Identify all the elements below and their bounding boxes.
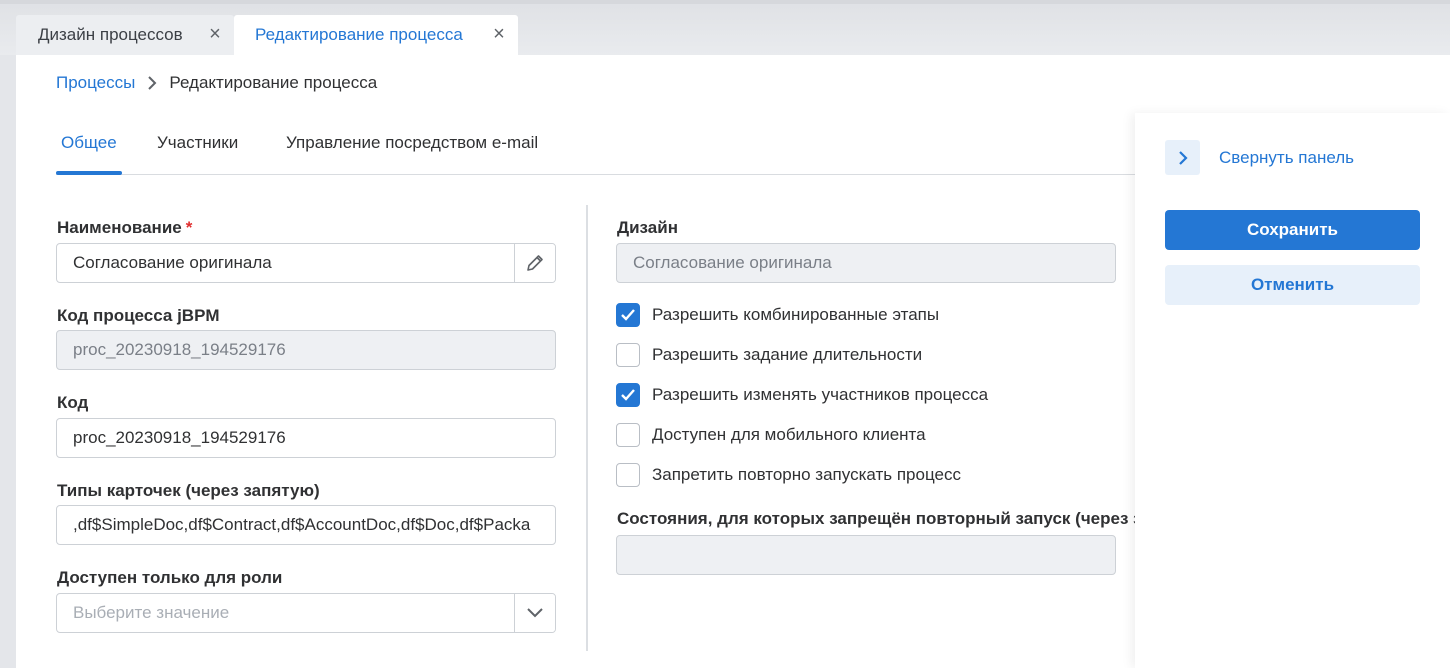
checkbox-label: Разрешить комбинированные этапы bbox=[652, 305, 940, 324]
design-label: Дизайн bbox=[617, 218, 678, 237]
card-types-field[interactable]: ,df$SimpleDoc,df$Contract,df$AccountDoc,… bbox=[56, 505, 556, 545]
jbpm-code-label: Код процесса jBPM bbox=[57, 306, 220, 325]
name-field[interactable]: Согласование оригинала bbox=[56, 243, 556, 283]
tab-general[interactable]: Общее bbox=[61, 133, 117, 153]
code-field[interactable]: proc_20230918_194529176 bbox=[56, 418, 556, 458]
checkbox-label: Доступен для мобильного клиента bbox=[652, 425, 926, 444]
design-field: Согласование оригинала bbox=[616, 243, 1116, 283]
save-button[interactable]: Сохранить bbox=[1165, 210, 1420, 250]
breadcrumb: Процессы Редактирование процесса bbox=[56, 73, 377, 93]
collapse-panel-button[interactable] bbox=[1165, 140, 1200, 175]
card-types-value: ,df$SimpleDoc,df$Contract,df$AccountDoc,… bbox=[73, 515, 531, 534]
checkbox-allow-duration[interactable]: Разрешить задание длительности bbox=[616, 343, 922, 367]
breadcrumb-current: Редактирование процесса bbox=[169, 73, 378, 92]
checkbox-checked-icon[interactable] bbox=[616, 303, 640, 327]
checkbox-label: Разрешить задание длительности bbox=[652, 345, 923, 364]
tab-label: Дизайн процессов bbox=[38, 25, 183, 44]
checkbox-checked-icon[interactable] bbox=[616, 383, 640, 407]
jbpm-code-value: proc_20230918_194529176 bbox=[73, 340, 286, 359]
tab-process-editing[interactable]: Редактирование процесса × bbox=[234, 15, 518, 55]
checkbox-forbid-restart[interactable]: Запретить повторно запускать процесс bbox=[616, 463, 961, 487]
checkbox-unchecked-icon[interactable] bbox=[616, 423, 640, 447]
tab-email-management[interactable]: Управление посредством e-mail bbox=[286, 133, 538, 153]
states-label: Состояния, для которых запрещён повторны… bbox=[617, 509, 1142, 528]
chevron-down-icon[interactable] bbox=[514, 594, 555, 632]
side-panel: Свернуть панель Сохранить Отменить bbox=[1135, 113, 1450, 668]
column-divider bbox=[586, 205, 588, 651]
jbpm-code-field: proc_20230918_194529176 bbox=[56, 330, 556, 370]
app-window: Дизайн процессов × Редактирование процес… bbox=[0, 0, 1450, 668]
collapse-panel-label[interactable]: Свернуть панель bbox=[1219, 148, 1354, 168]
cancel-button[interactable]: Отменить bbox=[1165, 265, 1420, 305]
breadcrumb-processes-link[interactable]: Процессы bbox=[56, 73, 135, 93]
tab-participants[interactable]: Участники bbox=[157, 133, 238, 153]
checkbox-allow-combined-stages[interactable]: Разрешить комбинированные этапы bbox=[616, 303, 939, 327]
role-label: Доступен только для роли bbox=[57, 568, 283, 587]
checkbox-label: Запретить повторно запускать процесс bbox=[652, 465, 961, 484]
pencil-icon[interactable] bbox=[514, 244, 555, 282]
checkbox-mobile-client[interactable]: Доступен для мобильного клиента bbox=[616, 423, 926, 447]
tab-bar-top-line bbox=[0, 0, 1450, 4]
states-field[interactable] bbox=[616, 535, 1116, 575]
chevron-right-icon bbox=[141, 74, 163, 92]
required-mark: * bbox=[185, 218, 193, 237]
design-value: Согласование оригинала bbox=[633, 253, 832, 272]
close-icon[interactable]: × bbox=[206, 24, 224, 44]
checkbox-allow-change-participants[interactable]: Разрешить изменять участников процесса bbox=[616, 383, 988, 407]
close-icon[interactable]: × bbox=[490, 24, 508, 44]
role-select[interactable]: Выберите значение bbox=[56, 593, 556, 633]
checkbox-label: Разрешить изменять участников процесса bbox=[652, 385, 989, 404]
section-tabs: Общее Участники Управление посредством e… bbox=[56, 131, 1136, 175]
name-label-text: Наименование bbox=[57, 218, 182, 237]
checkbox-unchecked-icon[interactable] bbox=[616, 343, 640, 367]
name-value: Согласование оригинала bbox=[73, 253, 272, 272]
name-label: Наименование * bbox=[57, 218, 192, 238]
checkbox-unchecked-icon[interactable] bbox=[616, 463, 640, 487]
card-types-label: Типы карточек (через запятую) bbox=[57, 481, 320, 500]
role-placeholder: Выберите значение bbox=[73, 603, 230, 622]
code-label: Код bbox=[57, 393, 89, 412]
chevron-right-icon bbox=[1178, 150, 1188, 165]
tab-label: Редактирование процесса bbox=[255, 25, 463, 44]
tab-process-design[interactable]: Дизайн процессов × bbox=[16, 15, 234, 55]
code-value: proc_20230918_194529176 bbox=[73, 428, 286, 447]
active-tab-indicator bbox=[56, 171, 122, 175]
tab-bar: Дизайн процессов × Редактирование процес… bbox=[0, 0, 1450, 55]
